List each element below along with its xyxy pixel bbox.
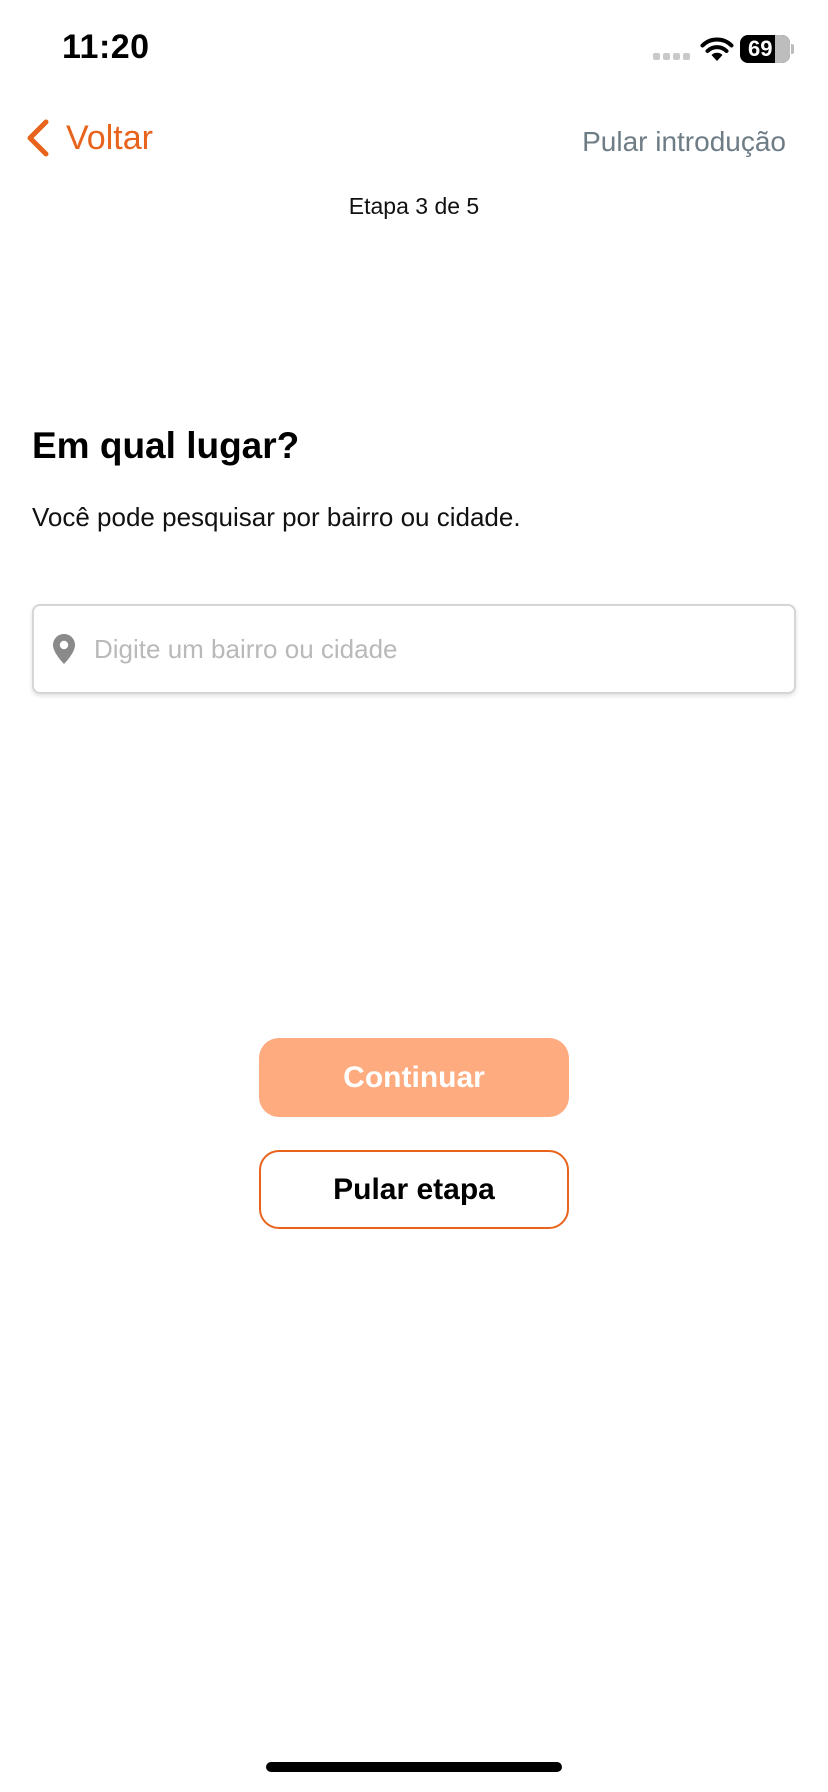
location-search-input[interactable] <box>94 619 794 679</box>
battery-nub <box>791 44 794 54</box>
status-time: 11:20 <box>62 28 150 66</box>
cellular-signal-icon <box>653 53 690 60</box>
step-indicator: Etapa 3 de 5 <box>348 193 480 219</box>
home-indicator[interactable] <box>266 1762 562 1772</box>
skip-step-button[interactable]: Pular etapa <box>259 1150 569 1229</box>
battery-level: 69 <box>748 36 773 61</box>
continue-button[interactable]: Continuar <box>259 1038 569 1117</box>
back-label: Voltar <box>66 118 153 157</box>
location-search-field[interactable] <box>32 604 796 694</box>
wifi-icon <box>700 37 734 61</box>
onboarding-screen: 11:20 69 Voltar Pular introdução Etapa 3… <box>0 0 828 1792</box>
back-button[interactable]: Voltar <box>24 118 153 158</box>
battery-empty-segment <box>775 35 790 63</box>
page-subtitle: Você pode pesquisar por bairro ou cidade… <box>32 502 521 532</box>
page-title: Em qual lugar? <box>32 425 300 466</box>
location-pin-icon <box>53 634 75 664</box>
skip-intro-link[interactable]: Pular introdução <box>582 126 786 158</box>
chevron-left-icon <box>27 119 49 157</box>
